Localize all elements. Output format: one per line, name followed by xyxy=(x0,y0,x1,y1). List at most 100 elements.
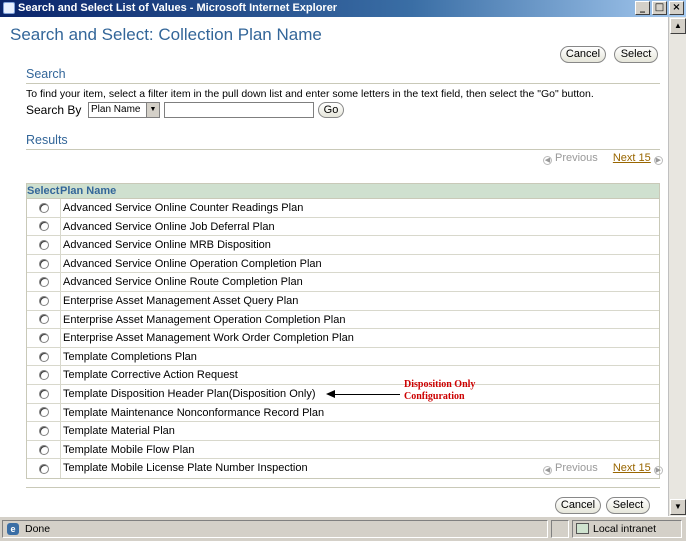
row-select-cell xyxy=(27,459,60,478)
results-nav-top: ◀ Previous Next 15 ▶ xyxy=(543,152,666,165)
status-text: Done xyxy=(25,523,51,535)
row-select-radio[interactable] xyxy=(38,463,49,474)
previous-arrow-icon: ◀ xyxy=(543,466,552,475)
plan-name-cell: Advanced Service Online Job Deferral Pla… xyxy=(60,217,659,236)
plan-name-cell: Template Material Plan xyxy=(60,422,659,440)
results-heading: Results xyxy=(26,133,68,147)
next-link[interactable]: Next 15 xyxy=(613,462,651,474)
next-arrow-icon[interactable]: ▶ xyxy=(653,156,663,165)
row-select-cell xyxy=(27,348,60,366)
row-select-cell xyxy=(27,311,60,329)
row-select-radio[interactable] xyxy=(38,388,49,399)
plan-name-cell: Enterprise Asset Management Operation Co… xyxy=(60,310,659,329)
row-select-cell xyxy=(27,255,60,273)
row-select-radio[interactable] xyxy=(38,258,49,269)
minimize-button[interactable]: _ xyxy=(635,1,650,15)
window-title: Search and Select List of Values - Micro… xyxy=(18,2,338,14)
results-divider xyxy=(26,149,660,150)
row-select-cell xyxy=(27,366,60,384)
row-select-radio[interactable] xyxy=(38,370,49,381)
row-select-radio[interactable] xyxy=(38,202,49,213)
table-row: Enterprise Asset Management Work Order C… xyxy=(27,329,659,348)
plan-name-cell: Enterprise Asset Management Work Order C… xyxy=(60,329,659,347)
row-select-radio[interactable] xyxy=(38,221,49,232)
filter-selected-value: Plan Name xyxy=(91,104,141,115)
annotation-line-1: Disposition Only xyxy=(404,379,476,390)
security-zone-panel: Local intranet xyxy=(572,520,682,538)
previous-link: Previous xyxy=(555,462,598,474)
table-header: Select Plan Name xyxy=(27,184,659,199)
ie-page-icon: e xyxy=(7,523,19,535)
row-select-cell xyxy=(27,441,60,459)
row-select-cell xyxy=(27,273,60,291)
row-select-cell xyxy=(27,329,60,347)
row-select-radio[interactable] xyxy=(38,351,49,362)
row-select-cell xyxy=(27,236,60,254)
row-select-radio[interactable] xyxy=(38,407,49,418)
previous-link: Previous xyxy=(555,152,598,164)
cancel-button-top[interactable]: Cancel xyxy=(560,46,606,63)
table-row: Template Completions Plan xyxy=(27,347,659,367)
table-row: Template Corrective Action Request xyxy=(27,366,659,385)
row-select-cell xyxy=(27,404,60,422)
search-input[interactable] xyxy=(164,102,314,118)
plan-name-cell: Template Corrective Action Request xyxy=(60,366,659,384)
table-row: Advanced Service Online Route Completion… xyxy=(27,273,659,292)
search-divider xyxy=(26,83,660,84)
results-nav-bottom: ◀ Previous Next 15 ▶ xyxy=(543,462,666,475)
plan-name-cell: Advanced Service Online Counter Readings… xyxy=(60,199,659,217)
select-button-bottom[interactable]: Select xyxy=(606,497,650,514)
status-text-panel: e Done xyxy=(2,520,548,538)
next-arrow-icon[interactable]: ▶ xyxy=(653,466,663,475)
row-select-cell xyxy=(27,422,60,440)
vertical-scrollbar[interactable]: ▲ ▼ xyxy=(668,17,686,516)
search-instructions: To find your item, select a filter item … xyxy=(26,88,594,100)
table-row: Template Maintenance Nonconformance Reco… xyxy=(27,403,659,423)
table-row: Advanced Service Online MRB Disposition xyxy=(27,236,659,255)
filter-select[interactable]: Plan Name ▼ xyxy=(88,102,160,118)
go-button[interactable]: Go xyxy=(318,102,344,118)
row-select-cell xyxy=(27,199,60,217)
row-select-radio[interactable] xyxy=(38,277,49,288)
table-row: Advanced Service Online Operation Comple… xyxy=(27,254,659,274)
table-body: Advanced Service Online Counter Readings… xyxy=(27,199,659,478)
row-select-cell xyxy=(27,292,60,310)
plan-name-cell: Advanced Service Online Operation Comple… xyxy=(60,254,659,273)
window-controls: _ □ × xyxy=(635,1,684,15)
cancel-button-bottom[interactable]: Cancel xyxy=(555,497,601,514)
annotation-arrow-line xyxy=(334,394,400,395)
plan-name-cell: Template Completions Plan xyxy=(60,347,659,366)
row-select-radio[interactable] xyxy=(38,314,49,325)
row-select-cell xyxy=(27,218,60,236)
table-row: Enterprise Asset Management Operation Co… xyxy=(27,310,659,330)
row-select-radio[interactable] xyxy=(38,444,49,455)
scroll-down-icon[interactable]: ▼ xyxy=(670,499,686,515)
select-button-top[interactable]: Select xyxy=(614,46,658,63)
annotation-line-2: Configuration xyxy=(404,391,465,402)
table-row: Template Mobile Flow Plan xyxy=(27,440,659,460)
row-select-radio[interactable] xyxy=(38,295,49,306)
security-zone-text: Local intranet xyxy=(593,523,657,535)
status-empty-panel xyxy=(551,520,569,538)
bottom-divider xyxy=(26,487,660,488)
plan-name-cell: Advanced Service Online Route Completion… xyxy=(60,273,659,291)
page-content: Search and Select: Collection Plan Name … xyxy=(0,17,668,516)
search-by-label: Search By xyxy=(26,103,82,117)
plan-name-cell: Advanced Service Online MRB Disposition xyxy=(60,236,659,254)
scroll-up-icon[interactable]: ▲ xyxy=(670,18,686,34)
plan-name-cell: Template Maintenance Nonconformance Reco… xyxy=(60,403,659,422)
maximize-button[interactable]: □ xyxy=(652,1,667,15)
row-select-radio[interactable] xyxy=(38,332,49,343)
results-table: Select Plan Name Advanced Service Online… xyxy=(26,183,660,479)
row-select-radio[interactable] xyxy=(38,425,49,436)
table-row: Advanced Service Online Counter Readings… xyxy=(27,199,659,218)
dropdown-arrow-icon[interactable]: ▼ xyxy=(146,103,159,117)
column-header-select: Select xyxy=(27,185,60,197)
previous-arrow-icon: ◀ xyxy=(543,156,552,165)
next-link[interactable]: Next 15 xyxy=(613,152,651,164)
status-bar: e Done Local intranet xyxy=(0,516,686,541)
column-header-plan-name: Plan Name xyxy=(60,185,117,197)
close-button[interactable]: × xyxy=(669,1,684,15)
table-row: Enterprise Asset Management Asset Query … xyxy=(27,291,659,311)
row-select-radio[interactable] xyxy=(38,239,49,250)
